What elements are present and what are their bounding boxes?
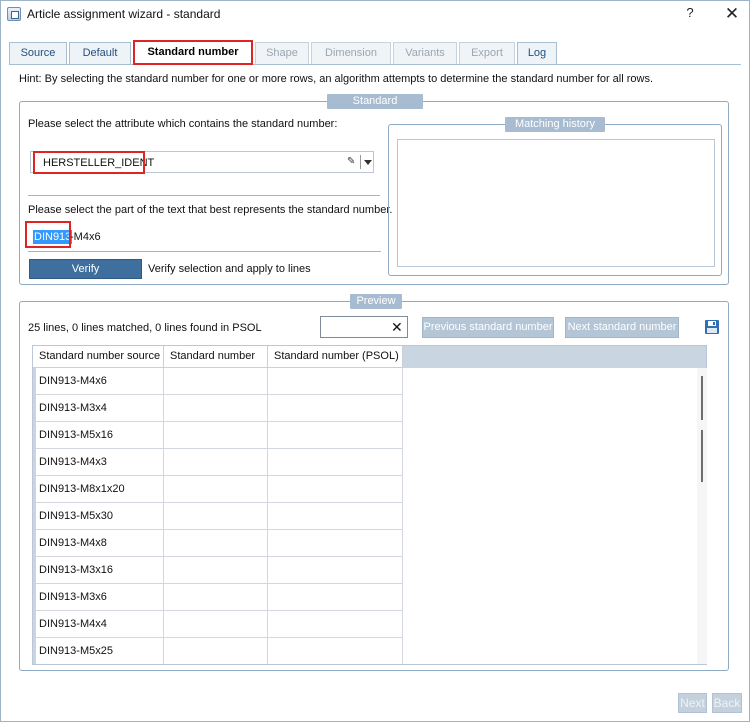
table-cell[interactable] [164,422,268,449]
combo-separator [360,155,361,169]
table-cell[interactable] [164,503,268,530]
scroll-thumb-upper[interactable] [701,376,703,420]
table-row[interactable]: DIN913-M4x3 [33,449,403,476]
table-row[interactable]: DIN913-M4x4 [33,611,403,638]
previous-standard-number-button[interactable]: Previous standard number [422,317,554,338]
table-cell[interactable]: DIN913-M5x16 [36,422,164,449]
title-bar: Article assignment wizard - standard ? ✕ [1,1,749,29]
matching-history-title: Matching history [505,117,605,132]
table-row[interactable]: DIN913-M3x16 [33,557,403,584]
table-cell[interactable]: DIN913-M4x4 [36,611,164,638]
table-row[interactable]: DIN913-M4x6 [33,368,403,395]
header-filler [403,346,706,368]
table-row[interactable]: DIN913-M4x8 [33,530,403,557]
tab-log[interactable]: Log [517,42,557,64]
table-row[interactable]: DIN913-M5x25 [33,638,403,664]
table-cell[interactable] [164,476,268,503]
table-cell[interactable]: DIN913-M8x1x20 [36,476,164,503]
table-cell[interactable]: DIN913-M3x6 [36,584,164,611]
section-divider [28,195,380,196]
table-cell[interactable]: DIN913-M4x3 [36,449,164,476]
matching-history-group: Matching history [388,117,722,276]
table-cell[interactable] [268,368,403,395]
horizontal-scrollbar[interactable] [33,664,707,665]
chevron-down-icon[interactable] [364,160,372,165]
table-cell[interactable] [268,584,403,611]
standard-number-group: Standard number Please select the attrib… [19,94,729,285]
clear-icon[interactable]: ✕ [391,320,403,334]
hint-text: Hint: By selecting the standard number f… [19,73,654,85]
table-cell[interactable] [268,422,403,449]
verify-hint: Verify selection and apply to lines [148,263,311,275]
table-cell[interactable] [164,395,268,422]
tab-variants[interactable]: Variants [393,42,457,64]
close-icon[interactable]: ✕ [721,3,743,25]
tab-export[interactable]: Export [459,42,515,64]
tab-strip: Source Default Standard number Shape Dim… [1,40,749,65]
table-row[interactable]: DIN913-M5x16 [33,422,403,449]
help-button[interactable]: ? [682,5,698,23]
tab-standard-number[interactable]: Standard number [133,40,253,65]
app-icon [7,7,21,21]
back-button[interactable]: Back [712,693,742,713]
table-cell[interactable] [268,476,403,503]
tab-shape[interactable]: Shape [255,42,309,64]
table-cell[interactable]: DIN913-M5x25 [36,638,164,664]
tab-divider [9,64,741,65]
preview-search-input[interactable]: ✕ [320,316,408,338]
table-cell[interactable] [268,557,403,584]
table-cell[interactable] [164,530,268,557]
save-icon[interactable] [704,319,720,335]
attribute-prompt: Please select the attribute which contai… [28,118,338,130]
next-button[interactable]: Next [678,693,707,713]
column-header-source[interactable]: Standard number source [33,346,164,368]
window-title: Article assignment wizard - standard [27,7,221,21]
table-cell[interactable] [164,638,268,664]
tab-default[interactable]: Default [69,42,131,64]
preview-group: Preview 25 lines, 0 lines matched, 0 lin… [19,294,729,671]
next-standard-number-button[interactable]: Next standard number [565,317,679,338]
column-header-standard-number-psol[interactable]: Standard number (PSOL) [268,346,403,368]
tab-dimension[interactable]: Dimension [311,42,391,64]
scroll-thumb-lower[interactable] [701,430,703,482]
preview-status: 25 lines, 0 lines matched, 0 lines found… [28,322,262,334]
matching-history-list[interactable] [397,139,715,267]
table-cell[interactable] [268,638,403,664]
unselected-text: -M4x6 [70,231,101,243]
table-cell[interactable] [268,530,403,557]
attribute-highlight [33,151,145,174]
table-cell[interactable] [268,449,403,476]
table-cell[interactable]: DIN913-M3x4 [36,395,164,422]
table-cell[interactable] [164,557,268,584]
table-cell[interactable] [164,584,268,611]
part-prompt: Please select the part of the text that … [28,204,393,216]
table-cell[interactable]: DIN913-M4x8 [36,530,164,557]
wizard-window: Article assignment wizard - standard ? ✕… [0,0,750,722]
standard-number-group-title: Standard number [327,94,423,121]
table-cell[interactable] [268,611,403,638]
table-cell[interactable]: DIN913-M4x6 [36,368,164,395]
table-cell[interactable] [268,503,403,530]
verify-button[interactable]: Verify [29,259,142,279]
preview-group-title: Preview [350,294,402,309]
table-cell[interactable] [268,395,403,422]
table-row[interactable]: DIN913-M3x6 [33,584,403,611]
table-cell[interactable] [164,611,268,638]
table-header: Standard number source Standard number S… [33,346,706,368]
table-row[interactable]: DIN913-M3x4 [33,395,403,422]
table-cell[interactable] [164,368,268,395]
table-cell[interactable] [164,449,268,476]
preview-table: Standard number source Standard number S… [32,345,707,665]
table-cell[interactable]: DIN913-M5x30 [36,503,164,530]
table-row[interactable]: DIN913-M8x1x20 [33,476,403,503]
text-selection-highlight [25,221,71,248]
vertical-scrollbar-track[interactable] [697,368,707,664]
standard-number-text[interactable]: DIN913 -M4x6 [28,224,381,252]
pencil-icon[interactable]: ✎ [347,157,357,167]
table-cell[interactable]: DIN913-M3x16 [36,557,164,584]
table-row[interactable]: DIN913-M5x30 [33,503,403,530]
column-header-standard-number[interactable]: Standard number [164,346,268,368]
tab-source[interactable]: Source [9,42,67,64]
